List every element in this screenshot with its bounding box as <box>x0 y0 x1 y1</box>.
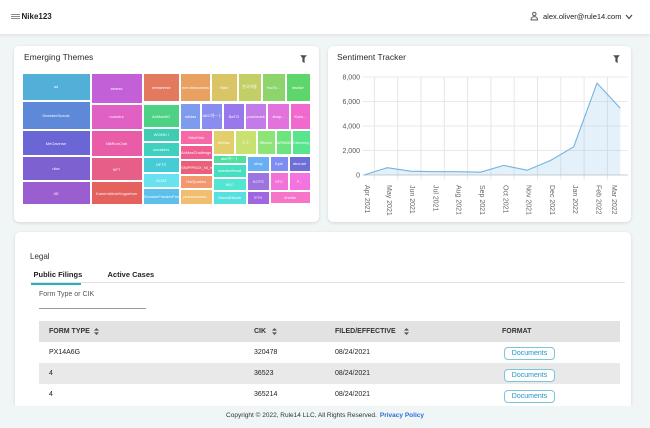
svg-text:Feb 2022: Feb 2022 <box>594 185 601 215</box>
svg-text:4,000: 4,000 <box>342 123 360 130</box>
svg-text:Sep 2021: Sep 2021 <box>478 185 485 215</box>
svg-text:Apr 2021: Apr 2021 <box>363 185 370 214</box>
svg-text:Dec 2021: Dec 2021 <box>547 185 554 215</box>
svg-text:Nov 2021: Nov 2021 <box>524 185 531 215</box>
svg-text:May 2021: May 2021 <box>384 185 391 216</box>
svg-text:8,000: 8,000 <box>342 74 360 81</box>
svg-text:Jul 2021: Jul 2021 <box>431 185 438 212</box>
svg-text:Jan 2022: Jan 2022 <box>571 185 578 214</box>
svg-text:2,000: 2,000 <box>342 148 360 155</box>
svg-text:Jun 2021: Jun 2021 <box>408 185 415 214</box>
svg-text:6,000: 6,000 <box>342 99 360 106</box>
svg-text:Aug 2021: Aug 2021 <box>454 185 461 215</box>
svg-text:Mar 2022: Mar 2022 <box>609 185 616 215</box>
svg-text:Oct 2021: Oct 2021 <box>501 185 508 214</box>
svg-text:0: 0 <box>356 172 360 179</box>
